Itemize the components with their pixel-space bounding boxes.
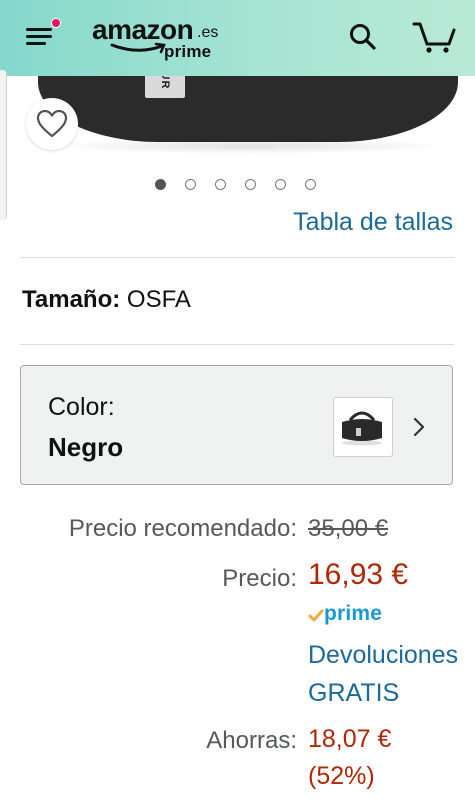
cart-icon[interactable] — [412, 20, 456, 54]
free-returns-link-line2[interactable]: GRATIS — [308, 679, 399, 708]
menu-icon[interactable] — [26, 18, 61, 50]
logo-prime: prime — [164, 42, 212, 61]
list-price-label: Precio recomendado: — [68, 515, 297, 542]
logo-domain: .es — [197, 24, 219, 41]
prime-check-icon — [308, 609, 324, 622]
savings-percent: (52%) — [308, 762, 375, 790]
divider — [20, 344, 454, 345]
wishlist-button[interactable] — [26, 98, 78, 150]
duffel-bag-icon — [342, 411, 382, 446]
chevron-right-icon — [413, 417, 425, 437]
search-icon[interactable] — [348, 22, 378, 52]
color-swatch-thumbnail — [333, 397, 393, 457]
savings-amount: 18,07 € — [308, 725, 392, 753]
amazon-logo[interactable]: amazon .es prime — [92, 12, 232, 62]
price: 16,93 € — [308, 558, 409, 591]
carousel-dot-2[interactable] — [185, 179, 196, 190]
price-label: Precio: — [222, 565, 297, 592]
size-value: OSFA — [126, 286, 191, 313]
notification-dot — [51, 18, 61, 28]
app-header: amazon .es prime — [0, 0, 475, 76]
size-row: Tamaño: OSFA — [22, 286, 191, 314]
color-selector[interactable]: Color: Negro — [20, 365, 453, 485]
size-chart-link[interactable]: Tabla de tallas — [293, 208, 453, 237]
list-price: 35,00 € — [308, 515, 389, 542]
size-label: Tamaño: — [22, 286, 121, 313]
prime-label: prime — [324, 602, 383, 625]
heart-icon — [36, 109, 68, 138]
bag-image: R OUR — [38, 76, 458, 142]
product-image[interactable]: R OUR — [20, 76, 460, 156]
prime-badge: prime — [308, 602, 398, 630]
free-returns-link[interactable]: Devoluciones — [308, 641, 458, 670]
carousel-dot-4[interactable] — [245, 179, 256, 190]
divider — [20, 257, 454, 258]
carousel-dot-1[interactable] — [155, 179, 166, 190]
carousel-dot-5[interactable] — [275, 179, 286, 190]
color-value: Negro — [48, 432, 124, 462]
savings-label: Ahorras: — [206, 727, 297, 754]
bag-tag: R OUR — [145, 76, 185, 98]
smile-arrow-icon — [110, 42, 166, 54]
color-label: Color: — [48, 393, 115, 421]
carousel-dot-6[interactable] — [305, 179, 316, 190]
side-drawer-handle[interactable] — [0, 70, 7, 220]
carousel-dot-3[interactable] — [215, 179, 226, 190]
